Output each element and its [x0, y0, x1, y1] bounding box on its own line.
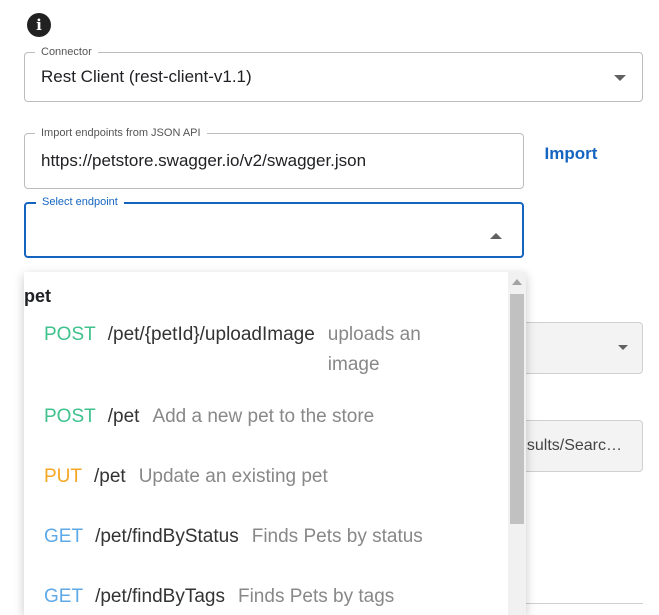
http-method: GET	[44, 586, 84, 607]
endpoint-summary: Update an existing pet	[138, 466, 328, 487]
connector-value: Rest Client (rest-client-v1.1)	[41, 67, 252, 86]
import-url-field[interactable]: Import endpoints from JSON API https://p…	[24, 127, 524, 189]
menu-item[interactable]: PUT /pet Update an existing pet	[44, 462, 328, 492]
endpoint-dropdown-menu[interactable]: pet POST /pet/{petId}/uploadImage upload…	[24, 272, 526, 615]
endpoint-summary: uploads an image	[327, 324, 421, 375]
endpoint-summary: Add a new pet to the store	[152, 406, 375, 427]
import-button[interactable]: Import	[532, 140, 610, 168]
scrollbar[interactable]	[508, 272, 526, 615]
endpoint-path: /pet	[107, 406, 140, 427]
import-url-value: https://petstore.swagger.io/v2/swagger.j…	[41, 151, 367, 170]
menu-group-header: pet	[24, 286, 51, 306]
endpoint-summary: Finds Pets by status	[251, 526, 423, 547]
endpoint-path: /pet/findByTags	[95, 586, 225, 607]
scrollbar-thumb[interactable]	[510, 294, 524, 524]
http-method: POST	[44, 406, 96, 427]
endpoint-path: /pet/{petId}/uploadImage	[107, 324, 315, 345]
endpoint-label: Select endpoint	[36, 196, 124, 209]
endpoint-select[interactable]: Select endpoint	[24, 196, 524, 258]
http-method: PUT	[44, 466, 82, 487]
http-method: POST	[44, 324, 96, 345]
endpoint-path: /pet/findByStatus	[95, 526, 239, 547]
menu-item[interactable]: POST /pet Add a new pet to the store	[44, 402, 374, 432]
chevron-down-icon[interactable]	[614, 75, 626, 81]
chevron-up-icon[interactable]	[490, 233, 502, 239]
divider	[525, 603, 643, 604]
menu-item[interactable]: GET /pet/findByTags Finds Pets by tags	[44, 582, 394, 612]
connector-select[interactable]: Connector Rest Client (rest-client-v1.1)	[24, 46, 643, 102]
info-icon[interactable]: i	[27, 13, 51, 37]
scroll-up-arrow-icon[interactable]	[512, 279, 522, 285]
http-method: GET	[44, 526, 84, 547]
background-path-value: sults/Searc…	[526, 437, 622, 454]
endpoint-path: /pet	[94, 466, 126, 487]
menu-item[interactable]: POST /pet/{petId}/uploadImage uploads an…	[44, 320, 438, 380]
chevron-down-icon[interactable]	[618, 345, 628, 350]
endpoint-summary: Finds Pets by tags	[237, 586, 395, 607]
menu-item[interactable]: GET /pet/findByStatus Finds Pets by stat…	[44, 522, 423, 552]
